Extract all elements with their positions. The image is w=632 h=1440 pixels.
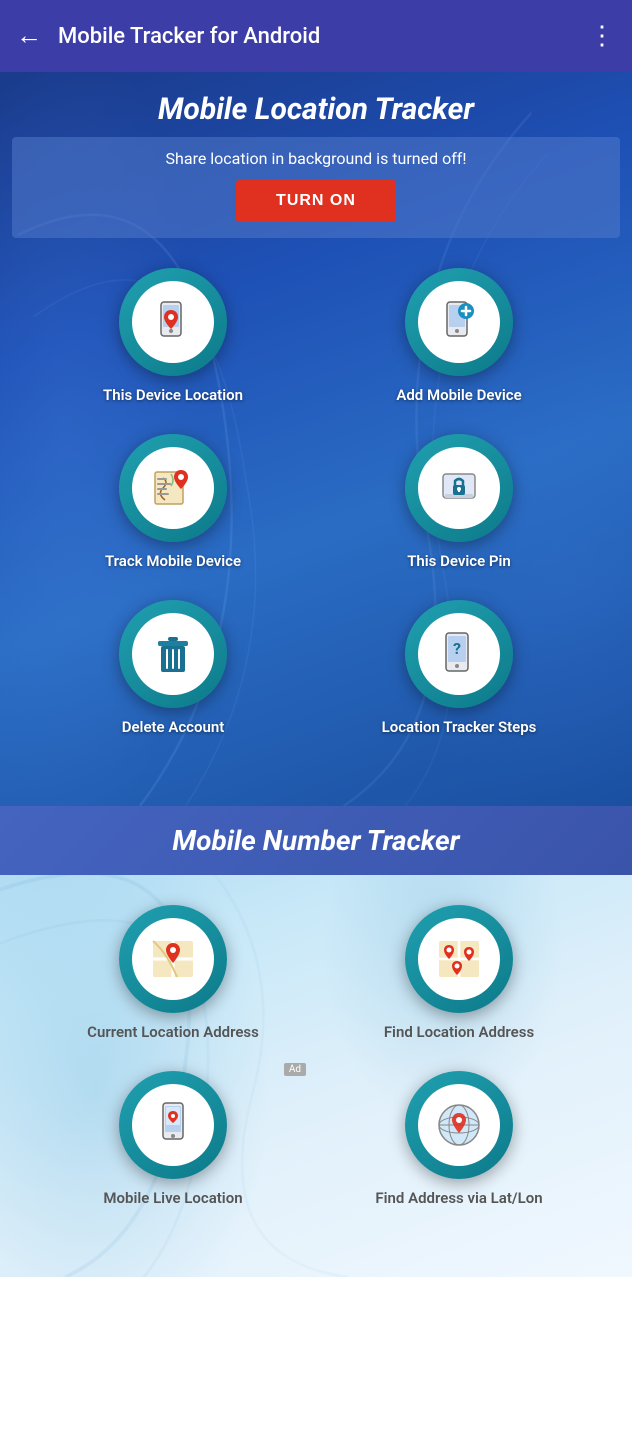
delete-account-label: Delete Account: [122, 718, 225, 736]
tracker-steps-icon-outer: ?: [405, 600, 513, 708]
find-location-item[interactable]: Find Location Address: [384, 905, 534, 1041]
menu-button[interactable]: ⋮: [589, 21, 616, 51]
turn-on-button[interactable]: TURN ON: [236, 180, 396, 222]
device-pin-label: This Device Pin: [407, 552, 511, 570]
find-location-wrapper: Find Location Address: [326, 905, 592, 1041]
device-pin-icon-inner: [418, 447, 500, 529]
lock-device-icon: [433, 462, 485, 514]
lat-lon-label: Find Address via Lat/Lon: [375, 1189, 542, 1207]
delete-account-icon-inner: [132, 613, 214, 695]
location-tracker-section: Mobile Location Tracker Share location i…: [0, 72, 632, 806]
this-device-pin-item[interactable]: This Device Pin: [326, 434, 592, 570]
back-button[interactable]: ←: [16, 23, 42, 49]
track-mobile-device-item[interactable]: Track Mobile Device: [40, 434, 306, 570]
number-section-header: Mobile Number Tracker: [0, 806, 632, 875]
number-section-title: Mobile Number Tracker: [16, 824, 616, 857]
map-list-icon: [147, 462, 199, 514]
location-section-header: Mobile Location Tracker: [0, 72, 632, 137]
track-device-icon-inner: [132, 447, 214, 529]
ad-badge: Ad: [284, 1063, 306, 1076]
this-device-location-item[interactable]: This Device Location: [40, 268, 306, 404]
top-bar: ← Mobile Tracker for Android ⋮: [0, 0, 632, 72]
page-title: Mobile Tracker for Android: [58, 24, 589, 49]
current-location-label: Current Location Address: [87, 1023, 259, 1041]
phone-screen-icon: [147, 1099, 199, 1151]
find-location-icon-inner: [418, 918, 500, 1000]
live-location-icon-inner: [132, 1084, 214, 1166]
mobile-live-location-item[interactable]: Mobile Live Location: [103, 1071, 242, 1207]
find-location-label: Find Location Address: [384, 1023, 534, 1041]
delete-account-item[interactable]: Delete Account: [40, 600, 306, 736]
location-tracker-steps-item[interactable]: ? Location Tracker Steps: [326, 600, 592, 736]
number-icon-grid: Current Location Address: [0, 875, 632, 1237]
location-icon-grid: This Device Location Add Mobile Device: [0, 238, 632, 766]
tracker-steps-icon-inner: ?: [418, 613, 500, 695]
add-device-icon-outer: [405, 268, 513, 376]
current-location-item[interactable]: Current Location Address: [87, 905, 259, 1041]
track-device-label: Track Mobile Device: [105, 552, 241, 570]
help-phone-icon: ?: [433, 628, 485, 680]
map-pins-icon: [433, 933, 485, 985]
lat-lon-icon-inner: [418, 1084, 500, 1166]
number-tracker-section: Mobile Number Tracker: [0, 806, 632, 1277]
map-pin-current-icon: [147, 933, 199, 985]
lat-lon-wrapper: Find Address via Lat/Lon: [326, 1071, 592, 1207]
device-location-label: This Device Location: [103, 386, 243, 404]
add-device-icon-inner: [418, 281, 500, 363]
svg-text:?: ?: [453, 639, 461, 658]
device-location-icon-inner: [132, 281, 214, 363]
tracker-steps-label: Location Tracker Steps: [382, 718, 537, 736]
add-mobile-device-item[interactable]: Add Mobile Device: [326, 268, 592, 404]
current-location-icon-inner: [132, 918, 214, 1000]
mobile-live-location-wrapper: Ad Mobile Live: [40, 1071, 306, 1207]
trash-icon: [147, 628, 199, 680]
pin-phone-icon: [147, 296, 199, 348]
notification-text: Share location in background is turned o…: [32, 149, 600, 168]
live-location-icon-outer: [119, 1071, 227, 1179]
add-phone-icon: [433, 296, 485, 348]
live-location-label: Mobile Live Location: [103, 1189, 242, 1207]
find-location-icon-outer: [405, 905, 513, 1013]
device-location-icon-outer: [119, 268, 227, 376]
delete-account-icon-outer: [119, 600, 227, 708]
lat-lon-icon-outer: [405, 1071, 513, 1179]
globe-map-icon: [433, 1099, 485, 1151]
current-location-icon-outer: [119, 905, 227, 1013]
device-pin-icon-outer: [405, 434, 513, 542]
notification-bar: Share location in background is turned o…: [12, 137, 620, 238]
location-section-title: Mobile Location Tracker: [16, 92, 616, 127]
add-device-label: Add Mobile Device: [396, 386, 521, 404]
track-device-icon-outer: [119, 434, 227, 542]
lat-lon-item[interactable]: Find Address via Lat/Lon: [375, 1071, 542, 1207]
current-location-wrapper: Current Location Address: [40, 905, 306, 1041]
